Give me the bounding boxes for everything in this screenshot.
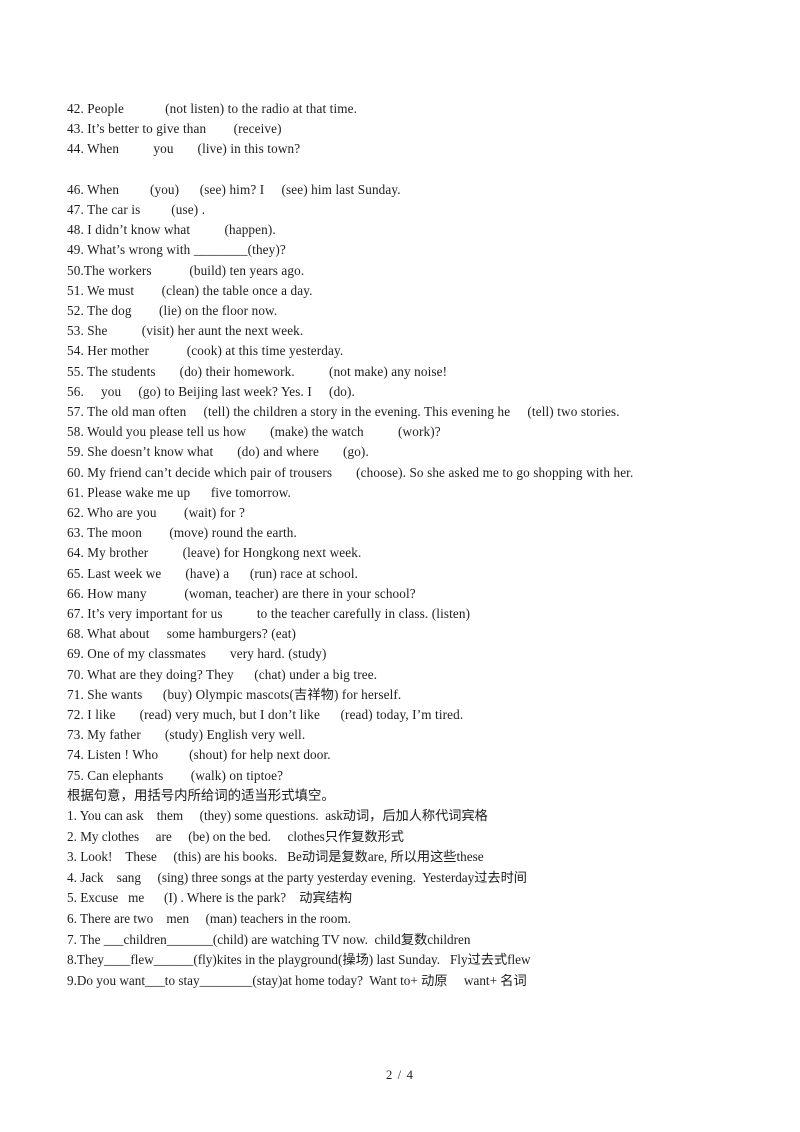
answer-item: 2. My clothes are (be) on the bed. cloth… (67, 828, 404, 844)
section-instruction: 根据句意，用括号内所给词的适当形式填空。 (67, 787, 335, 803)
exercise-item: 75. Can elephants (walk) on tiptoe? (67, 767, 284, 783)
exercise-item: 42. People (not listen) to the radio at … (67, 101, 358, 116)
exercise-item: 47. The car is (use) . (67, 202, 206, 217)
exercise-item: 72. I like (read) very much, but I don’t… (67, 707, 464, 723)
answer-item: 4. Jack sang (sing) three songs at the p… (67, 869, 527, 885)
exercise-list: 42. People (not listen) to the radio at … (67, 99, 757, 786)
exercise-item: 73. My father (study) English very well. (67, 727, 306, 743)
exercise-item: 44. When you (live) in this town? (67, 141, 301, 157)
exercise-item: 53. She (visit) her aunt the next week. (67, 323, 304, 339)
exercise-item: 43. It’s better to give than (receive) (67, 121, 282, 137)
answer-list: 1. You can ask them (they) some question… (67, 806, 757, 991)
answer-item: 9.Do you want___to stay________(stay)at … (67, 972, 527, 988)
answer-item: 8.They____flew______(fly)kites in the pl… (67, 952, 531, 968)
answer-item: 6. There are two men (man) teachers in t… (67, 911, 351, 927)
exercise-item: 67. It’s very important for us to the te… (67, 606, 471, 622)
answer-item: 1. You can ask them (they) some question… (67, 808, 488, 824)
exercise-item: 60. My friend can’t decide which pair of… (67, 464, 634, 480)
exercise-item: 59. She doesn’t know what (do) and where… (67, 444, 369, 460)
exercise-item: 50.The workers (build) ten years ago. (67, 262, 305, 278)
page-number: 2 / 4 (385, 1068, 415, 1082)
exercise-item: 62. Who are you (wait) for ? (67, 505, 245, 521)
exercise-item: 74. Listen ! Who (shout) for help next d… (67, 747, 331, 763)
worksheet-body: 42. People (not listen) to the radio at … (67, 99, 757, 991)
answer-item: 7. The ___children_______(child) are wat… (67, 931, 471, 947)
exercise-item: 48. I didn’t know what (happen). (67, 222, 276, 238)
exercise-item: 52. The dog (lie) on the floor now. (67, 303, 278, 319)
exercise-item: 55. The students (do) their homework. (n… (67, 363, 448, 379)
exercise-item: 49. What’s wrong with ________(they)? (67, 242, 286, 258)
exercise-item: 58. Would you please tell us how (make) … (67, 424, 441, 440)
exercise-item: 57. The old man often (tell) the childre… (67, 404, 620, 420)
exercise-item: 46. When (you) (see) him? I (see) him la… (67, 181, 401, 197)
exercise-item: 64. My brother (leave) for Hongkong next… (67, 545, 362, 561)
exercise-item: 54. Her mother (cook) at this time yeste… (67, 343, 344, 359)
exercise-item: 71. She wants (buy) Olympic mascots(吉祥物)… (67, 686, 402, 702)
exercise-item: 70. What are they doing? They (chat) und… (67, 666, 378, 682)
answer-item: 5. Excuse me (I) . Where is the park? 动宾… (67, 890, 353, 906)
answer-item: 3. Look! These (this) are his books. Be动… (67, 849, 484, 865)
exercise-item: 61. Please wake me up five tomorrow. (67, 484, 291, 500)
exercise-item: 68. What about some hamburgers? (eat) (67, 626, 297, 642)
exercise-item: 51. We must (clean) the table once a day… (67, 282, 313, 298)
exercise-item: 63. The moon (move) round the earth. (67, 525, 297, 541)
exercise-item: 65. Last week we (have) a (run) race at … (67, 565, 359, 581)
document-page: 42. People (not listen) to the radio at … (0, 0, 800, 1132)
exercise-item: 66. How many (woman, teacher) are there … (67, 585, 416, 601)
exercise-item: 69. One of my classmates very hard. (stu… (67, 646, 327, 662)
exercise-item: 56. you (go) to Beijing last week? Yes. … (67, 383, 355, 399)
